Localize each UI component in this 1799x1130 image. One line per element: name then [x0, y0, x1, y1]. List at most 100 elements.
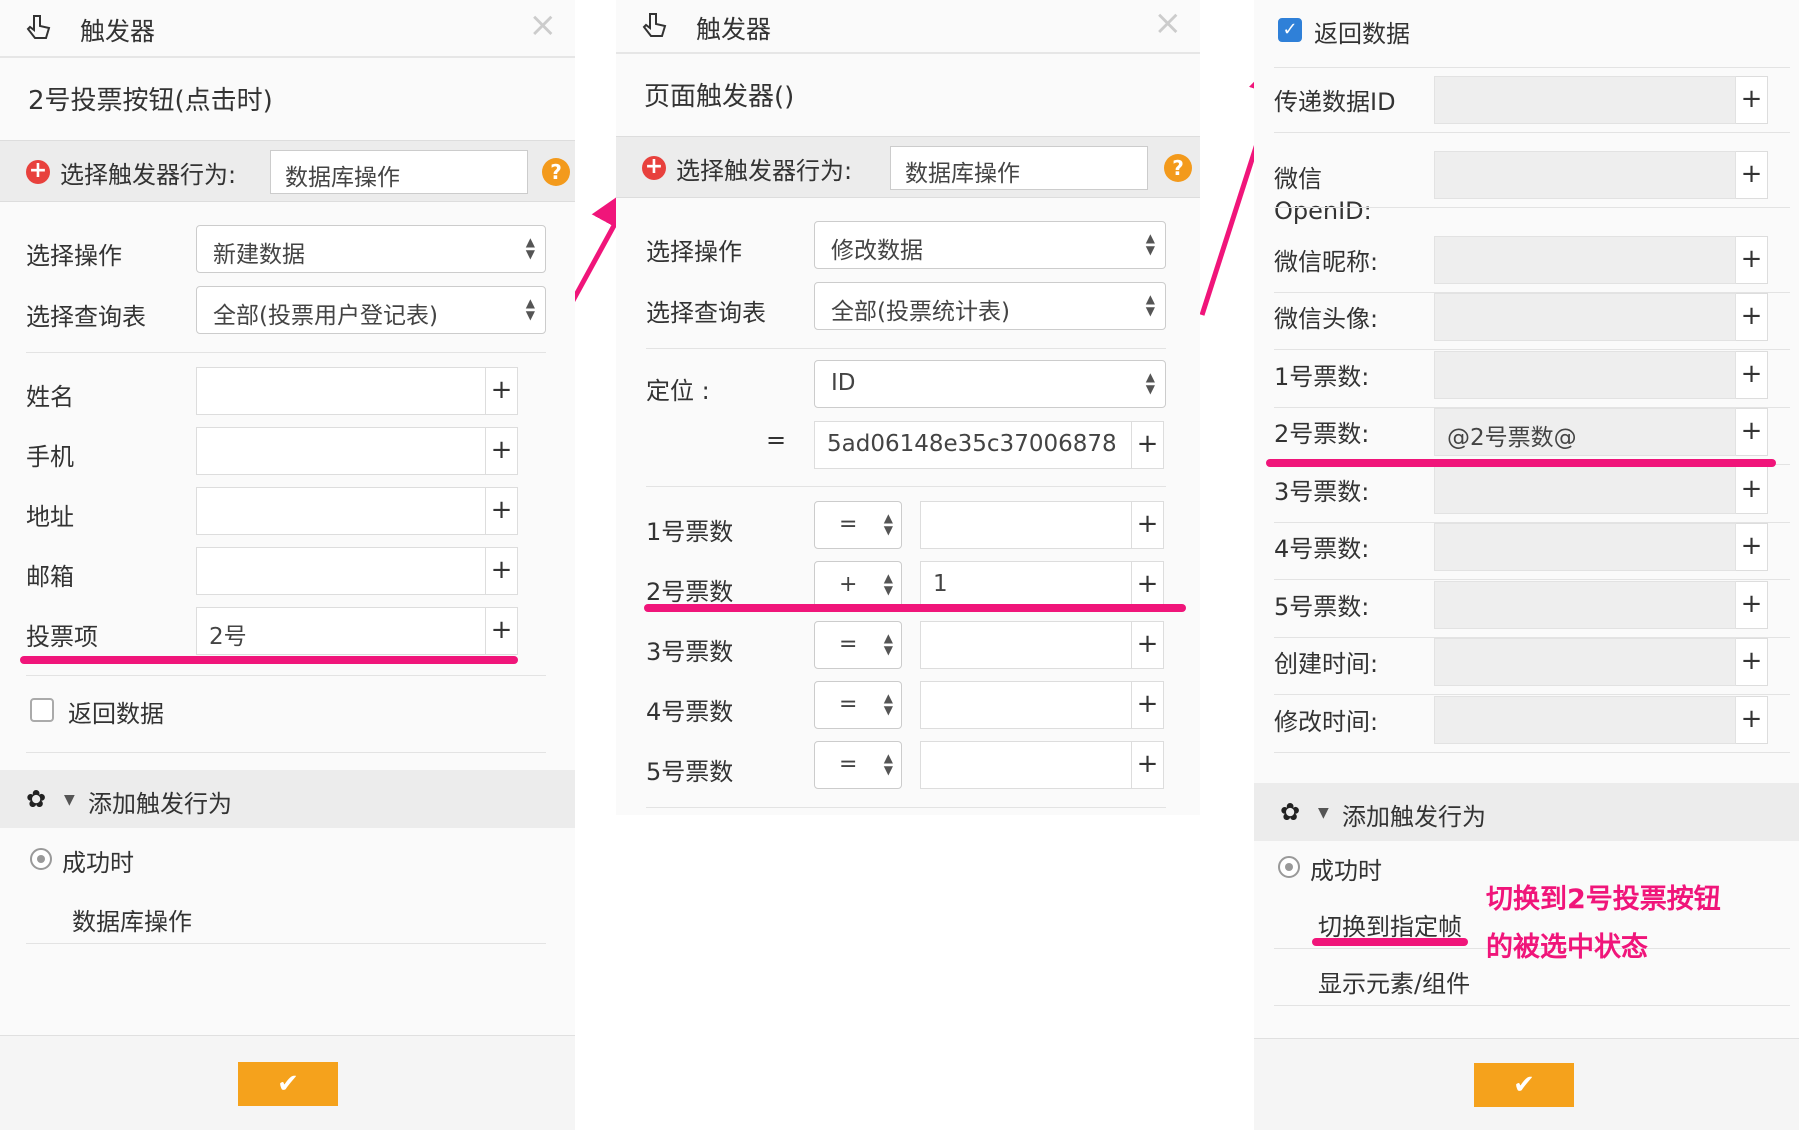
add-behavior-bar[interactable]: ✿ ▼ 添加触发行为 [1254, 783, 1799, 841]
highlight-underline [20, 656, 518, 664]
return-field-input[interactable] [1434, 293, 1736, 341]
insert-variable-button[interactable]: + [1736, 408, 1768, 456]
operation-select[interactable]: 新建数据 ▲ ▼ [196, 225, 546, 273]
field-label-vote-item: 投票项 [26, 623, 98, 651]
operator-select[interactable]: = ▲ ▼ [814, 501, 902, 549]
close-icon[interactable]: × [529, 8, 558, 42]
return-field-input[interactable] [1434, 151, 1736, 199]
insert-variable-button[interactable]: + [1736, 466, 1768, 514]
insert-variable-button[interactable]: + [1132, 421, 1164, 469]
divider [26, 752, 546, 753]
field-label-phone: 手机 [26, 443, 74, 471]
return-field-input[interactable] [1434, 236, 1736, 284]
operator-select[interactable]: = ▲ ▼ [814, 681, 902, 729]
insert-variable-button[interactable]: + [1132, 621, 1164, 669]
vote-input-5[interactable] [920, 741, 1132, 789]
divider [26, 675, 546, 676]
return-field-input[interactable] [1434, 351, 1736, 399]
operation-label: 选择操作 [646, 238, 742, 266]
id-input[interactable]: 5ad06148e35c37006878 [814, 421, 1132, 469]
insert-variable-button[interactable]: + [1736, 351, 1768, 399]
operator-select[interactable]: = ▲ ▼ [814, 621, 902, 669]
insert-variable-button[interactable]: + [1736, 696, 1768, 744]
insert-variable-button[interactable]: + [1736, 236, 1768, 284]
field-input-address[interactable] [196, 487, 486, 535]
return-field-input[interactable] [1434, 638, 1736, 686]
field-input-phone[interactable] [196, 427, 486, 475]
insert-variable-button[interactable]: + [486, 607, 518, 655]
insert-variable-button[interactable]: + [1132, 741, 1164, 789]
insert-variable-button[interactable]: + [1736, 151, 1768, 199]
panel-title: 触发器 [696, 15, 772, 44]
return-field-label: 创建时间: [1274, 650, 1379, 678]
confirm-button[interactable]: ✔ [1474, 1063, 1574, 1107]
field-input-vote-item[interactable]: 2号 [196, 607, 486, 655]
insert-variable-button[interactable]: + [1736, 293, 1768, 341]
table-select[interactable]: 全部(投票统计表) ▲ ▼ [814, 282, 1166, 330]
locate-select[interactable]: ID ▲ ▼ [814, 360, 1166, 408]
action-item[interactable]: 数据库操作 [72, 902, 192, 937]
success-radio[interactable] [1278, 856, 1300, 878]
behavior-selector-bar: + 选择触发器行为: 数据库操作 ? [616, 136, 1200, 198]
return-data-checkbox[interactable] [30, 698, 54, 722]
insert-variable-button[interactable]: + [486, 367, 518, 415]
insert-variable-button[interactable]: + [1132, 561, 1164, 609]
success-radio[interactable] [30, 848, 52, 870]
return-data-checkbox[interactable]: ✓ [1278, 18, 1302, 42]
trigger-panel-1: 触发器 × 2号投票按钮(点击时) + 选择触发器行为: 数据库操作 ? 选择操… [0, 0, 575, 1130]
trigger-panel-2: 触发器 × 页面触发器() + 选择触发器行为: 数据库操作 ? 选择操作 修改… [616, 0, 1200, 815]
insert-variable-button[interactable]: + [1736, 523, 1768, 571]
insert-variable-button[interactable]: + [1132, 681, 1164, 729]
return-field-input[interactable] [1434, 696, 1736, 744]
insert-variable-button[interactable]: + [1736, 76, 1768, 124]
return-field-label: 5号票数: [1274, 593, 1370, 621]
field-label-name: 姓名 [26, 383, 74, 411]
required-plus-icon: + [26, 160, 50, 184]
behavior-select[interactable]: 数据库操作 [890, 146, 1148, 190]
select-arrow-icon: ▲ ▼ [1145, 231, 1155, 257]
behavior-label: 选择触发器行为: [676, 157, 853, 185]
vote-label-3: 3号票数 [646, 638, 734, 666]
behavior-select[interactable]: 数据库操作 [270, 150, 528, 194]
operator-select[interactable]: + ▲ ▼ [814, 561, 902, 609]
insert-variable-button[interactable]: + [1736, 581, 1768, 629]
operator-select[interactable]: = ▲ ▼ [814, 741, 902, 789]
vote-input-4[interactable] [920, 681, 1132, 729]
insert-variable-button[interactable]: + [486, 487, 518, 535]
vote-input-2[interactable]: 1 [920, 561, 1132, 609]
annotation-line: 切换到2号投票按钮 [1486, 884, 1721, 915]
annotation-text: 切换到2号投票按钮 的被选中状态 [1486, 876, 1721, 972]
insert-variable-button[interactable]: + [1132, 501, 1164, 549]
return-field-input[interactable] [1434, 581, 1736, 629]
return-field-input[interactable] [1434, 523, 1736, 571]
vote-input-1[interactable] [920, 501, 1132, 549]
return-field-input[interactable] [1434, 76, 1736, 124]
action-item-switch-frame[interactable]: 切换到指定帧 [1318, 907, 1462, 942]
return-field-input[interactable]: @2号票数@ [1434, 408, 1736, 456]
action-item-show-element[interactable]: 显示元素/组件 [1318, 964, 1470, 999]
field-input-email[interactable] [196, 547, 486, 595]
return-field-input[interactable] [1434, 466, 1736, 514]
add-behavior-bar[interactable]: ✿ ▼ 添加触发行为 [0, 770, 575, 828]
help-icon[interactable]: ? [1164, 154, 1192, 182]
return-field-label: 2号票数: [1274, 420, 1370, 448]
operation-select[interactable]: 修改数据 ▲ ▼ [814, 221, 1166, 269]
vote-input-3[interactable] [920, 621, 1132, 669]
field-input-name[interactable] [196, 367, 486, 415]
insert-variable-button[interactable]: + [1736, 638, 1768, 686]
highlight-underline [1312, 938, 1468, 946]
insert-variable-button[interactable]: + [486, 547, 518, 595]
field-label-address: 地址 [26, 503, 74, 531]
gear-icon: ✿ [1280, 798, 1301, 826]
table-select[interactable]: 全部(投票用户登记表) ▲ ▼ [196, 286, 546, 334]
close-icon[interactable]: × [1154, 6, 1183, 40]
confirm-button[interactable]: ✔ [238, 1062, 338, 1106]
operator-value: + [839, 572, 858, 597]
help-icon[interactable]: ? [542, 158, 570, 186]
operator-value: = [839, 752, 858, 777]
divider [1274, 752, 1790, 753]
return-field-label: 1号票数: [1274, 363, 1370, 391]
divider [1274, 132, 1790, 133]
divider [646, 486, 1166, 487]
insert-variable-button[interactable]: + [486, 427, 518, 475]
